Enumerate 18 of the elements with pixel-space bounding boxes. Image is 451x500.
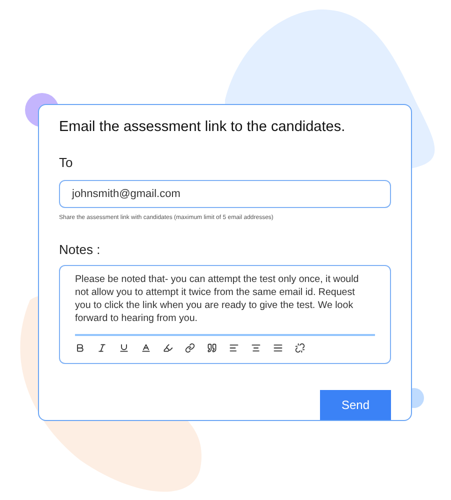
send-button[interactable]: Send xyxy=(320,390,391,420)
notes-text: Please be noted that- you can attempt the test only once, it would not allow you to attempt it twice from the same email id. Request you to click the link when you are ready to give the test. We look forward to hearing from you. xyxy=(75,273,360,326)
link-icon[interactable] xyxy=(185,343,195,354)
unlink-icon[interactable] xyxy=(295,343,305,354)
align-justify-icon[interactable] xyxy=(273,343,283,354)
highlighter-icon[interactable] xyxy=(163,343,173,354)
to-label: To xyxy=(59,155,74,171)
notes-label: Notes : xyxy=(59,242,102,258)
align-left-icon[interactable] xyxy=(229,343,239,354)
text-color-icon[interactable] xyxy=(141,343,151,354)
email-input-field[interactable]: johnsmith@gmail.com xyxy=(59,180,391,208)
notes-editor[interactable] xyxy=(59,265,391,364)
underline-icon[interactable] xyxy=(119,343,129,354)
italic-icon[interactable] xyxy=(97,343,107,354)
quote-icon[interactable] xyxy=(207,343,217,354)
align-center-icon[interactable] xyxy=(251,343,261,354)
form-title: Email the assessment link to the candidates. xyxy=(59,118,346,137)
bold-icon[interactable] xyxy=(75,343,85,354)
